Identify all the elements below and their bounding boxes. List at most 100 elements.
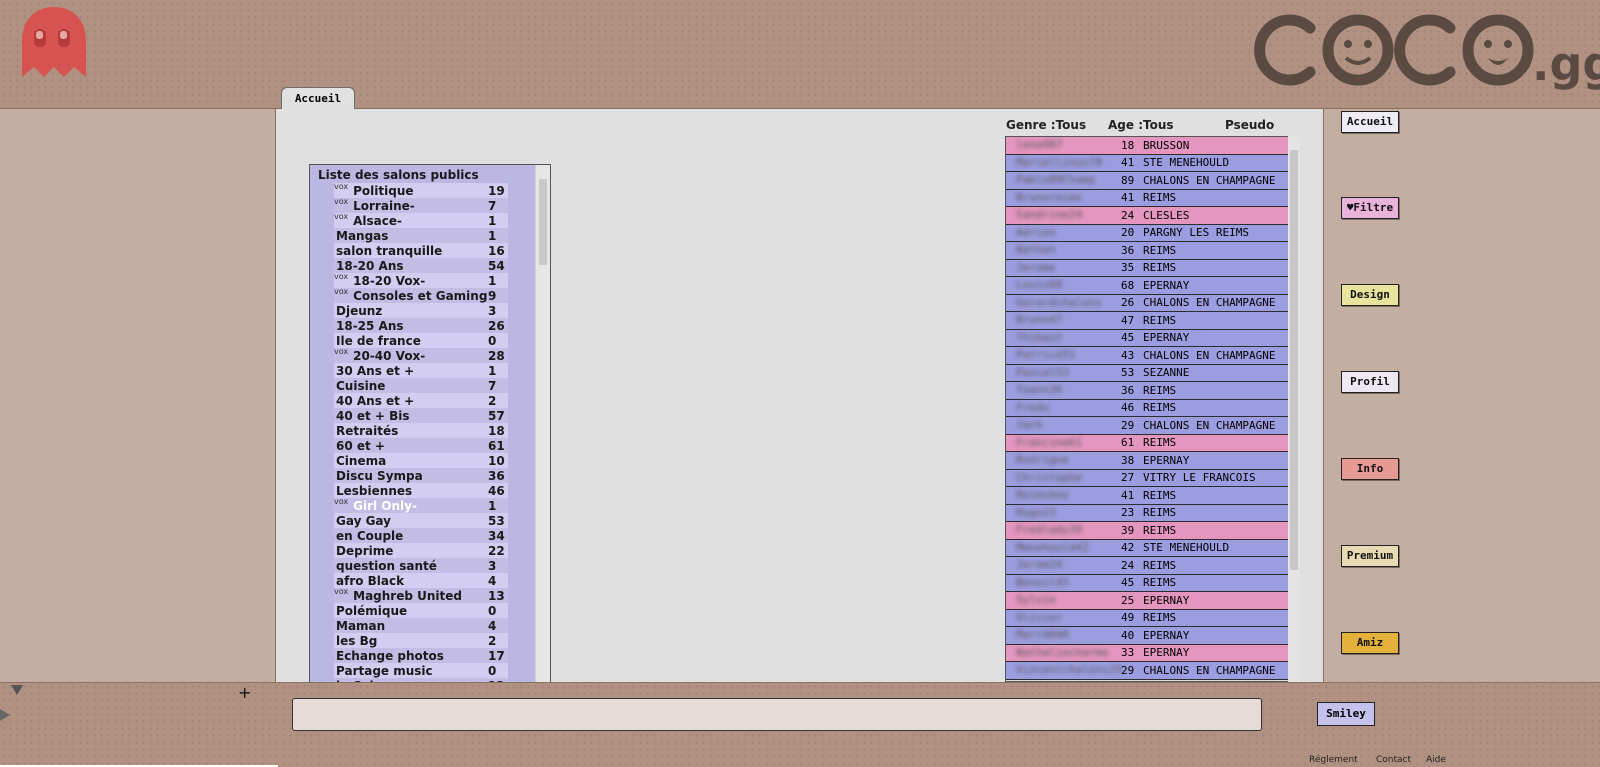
user-age: 25 xyxy=(1121,593,1135,607)
room-item[interactable]: 40 Ans et + 2 xyxy=(334,393,508,408)
room-item[interactable]: 18-25 Ans 26 xyxy=(334,318,508,333)
room-item[interactable]: 40 et + Bis 57 xyxy=(334,408,508,423)
user-city: REIMS xyxy=(1143,558,1177,572)
genre-filter[interactable]: Genre :Tous xyxy=(1006,118,1086,132)
user-row[interactable]: Fredlady39 39 REIMS xyxy=(1006,522,1288,540)
user-row[interactable]: Jerem24 24 REIMS xyxy=(1006,557,1288,575)
side-button-filtre[interactable]: ♥Filtre xyxy=(1341,197,1399,219)
side-button-premium[interactable]: Premium xyxy=(1341,545,1399,567)
room-item[interactable]: vox Consoles et Gaming- 9 xyxy=(334,287,508,303)
plus-button[interactable]: + xyxy=(238,683,251,702)
user-row[interactable]: Bruno47 47 REIMS xyxy=(1006,312,1288,330)
room-name: 18-20 Vox- xyxy=(353,273,426,288)
room-list-scrollbar[interactable] xyxy=(535,165,550,683)
scroll-thumb[interactable] xyxy=(539,179,547,265)
tab-accueil[interactable]: Accueil xyxy=(281,87,355,109)
user-row[interactable]: Francine61 61 REIMS xyxy=(1006,434,1288,452)
user-row[interactable]: Adrien 20 PARGNY LES REIMS xyxy=(1006,224,1288,242)
user-row[interactable]: Louis68 68 EPERNAY xyxy=(1006,277,1288,295)
side-button-amiz[interactable]: Amiz xyxy=(1341,632,1399,654)
collapse-left-icon[interactable] xyxy=(0,709,10,721)
room-item[interactable]: vox Maghreb United 13 xyxy=(334,587,508,603)
room-item[interactable]: vox 18-20 Vox- 1 xyxy=(334,272,508,288)
room-item[interactable]: Polémique 0 xyxy=(334,603,508,618)
user-row[interactable]: Pascal53 53 SEZANNE xyxy=(1006,364,1288,382)
coco-logo[interactable]: .gg xyxy=(1240,6,1600,90)
room-item[interactable]: Discu Sympa 36 xyxy=(334,468,508,483)
smiley-button[interactable]: Smiley xyxy=(1317,702,1375,726)
room-item[interactable]: afro Black 4 xyxy=(334,573,508,588)
user-age: 24 xyxy=(1121,558,1135,572)
room-item[interactable]: Deprime 22 xyxy=(334,543,508,558)
footer-link-reglement[interactable]: Réglement xyxy=(1309,755,1358,765)
user-list-scrollbar[interactable] xyxy=(1288,136,1300,682)
room-item[interactable]: 18-20 Ans 54 xyxy=(334,258,508,273)
message-input[interactable] xyxy=(292,698,1262,731)
room-item[interactable]: Djeunz 3 xyxy=(334,303,508,318)
room-item[interactable]: salon tranquille 16 xyxy=(334,243,508,258)
room-item[interactable]: vox Alsace- 1 xyxy=(334,212,508,228)
room-item[interactable]: 60 et + 61 xyxy=(334,438,508,453)
user-row[interactable]: Sylvie 25 EPERNAY xyxy=(1006,592,1288,610)
user-row[interactable]: Reimsboy 41 REIMS xyxy=(1006,487,1288,505)
room-item[interactable]: Cuisine 7 xyxy=(334,378,508,393)
user-row[interactable]: Nathan 36 REIMS xyxy=(1006,242,1288,260)
room-name: Gay Gay xyxy=(336,513,391,528)
user-row[interactable]: Pablo89Champ 89 CHALONS EN CHAMPAGNE xyxy=(1006,172,1288,190)
room-item[interactable]: Gay Gay 53 xyxy=(334,513,508,528)
user-row[interactable]: Brunoreims 41 REIMS xyxy=(1006,189,1288,207)
user-row[interactable]: lena987 18 BRUSSON xyxy=(1006,137,1288,155)
room-item[interactable]: Echange photos 17 xyxy=(334,648,508,663)
room-item[interactable]: vox Politique 19 xyxy=(334,182,508,198)
user-row[interactable]: Jerome 35 REIMS xyxy=(1006,259,1288,277)
room-name: Echange photos xyxy=(336,648,444,663)
room-item[interactable]: vox 20-40 Vox- 28 xyxy=(334,347,508,363)
room-item[interactable]: en Couple 34 xyxy=(334,528,508,543)
room-item[interactable]: Lesbiennes 46 xyxy=(334,483,508,498)
user-row[interactable]: Vincentchalons29 29 CHALONS EN CHAMPAGNE xyxy=(1006,662,1288,680)
user-row[interactable]: Patrice51 43 CHALONS EN CHAMPAGNE xyxy=(1006,347,1288,365)
collapse-down-icon[interactable] xyxy=(11,685,23,695)
public-room-list: Liste des salons publics vox Politique 19 v… xyxy=(309,164,551,684)
room-item[interactable]: Ile de france 0 xyxy=(334,333,508,348)
room-item[interactable]: vox Girl Only- 1 xyxy=(334,497,508,513)
user-row[interactable]: Christophe 27 VITRY LE FRANCOIS xyxy=(1006,469,1288,487)
user-row[interactable]: Nathaliecharme 33 EPERNAY xyxy=(1006,644,1288,662)
user-row[interactable]: Yoann36 36 REIMS xyxy=(1006,382,1288,400)
room-name: Lesbiennes xyxy=(336,483,413,498)
room-item[interactable]: les Bg 2 xyxy=(334,633,508,648)
room-item[interactable]: Mangas 1 xyxy=(334,228,508,243)
footer-link-aide[interactable]: Aide xyxy=(1426,755,1446,765)
user-city: REIMS xyxy=(1143,261,1177,275)
user-nickname: Gerardchalons xyxy=(1016,295,1103,309)
user-row[interactable]: Rodrigue 38 EPERNAY xyxy=(1006,452,1288,470)
room-item[interactable]: Cinema 10 xyxy=(334,453,508,468)
user-row[interactable]: Marc4040 40 EPERNAY xyxy=(1006,627,1288,645)
room-item[interactable]: Partage music 0 xyxy=(334,663,508,678)
user-nickname: Thibaut xyxy=(1016,330,1063,344)
room-item[interactable]: Retraités 18 xyxy=(334,423,508,438)
user-row[interactable]: Jack 29 CHALONS EN CHAMPAGNE xyxy=(1006,417,1288,435)
user-row[interactable]: Menehould42 42 STE MENEHOULD xyxy=(1006,539,1288,557)
ghost-icon[interactable] xyxy=(18,5,90,79)
user-row[interactable]: Marcellinus78 41 STE MENEHOULD xyxy=(1006,154,1288,172)
user-row[interactable]: Benoit45 45 REIMS xyxy=(1006,574,1288,592)
room-item[interactable]: 30 Ans et + 1 xyxy=(334,363,508,378)
side-button-profil[interactable]: Profil xyxy=(1341,371,1399,393)
side-button-info[interactable]: Info xyxy=(1341,458,1399,480)
user-row[interactable]: Olivier 49 REIMS xyxy=(1006,609,1288,627)
scroll-thumb[interactable] xyxy=(1290,150,1298,570)
user-row[interactable]: Sandrine24 24 CLESLES xyxy=(1006,207,1288,225)
side-button-accueil[interactable]: Accueil xyxy=(1341,111,1399,133)
pseudo-filter[interactable]: Pseudo xyxy=(1225,118,1274,132)
user-row[interactable]: Hugo23 23 REIMS xyxy=(1006,504,1288,522)
user-row[interactable]: Gerardchalons 26 CHALONS EN CHAMPAGNE xyxy=(1006,294,1288,312)
user-row[interactable]: Thibaut 45 EPERNAY xyxy=(1006,329,1288,347)
user-row[interactable]: Fredo 46 REIMS xyxy=(1006,399,1288,417)
room-item[interactable]: Maman 4 xyxy=(334,618,508,633)
room-item[interactable]: question santé 3 xyxy=(334,558,508,573)
room-item[interactable]: vox Lorraine- 7 xyxy=(334,197,508,213)
side-button-design[interactable]: Design xyxy=(1341,284,1399,306)
age-filter[interactable]: Age :Tous xyxy=(1108,118,1174,132)
footer-link-contact[interactable]: Contact xyxy=(1376,755,1411,765)
